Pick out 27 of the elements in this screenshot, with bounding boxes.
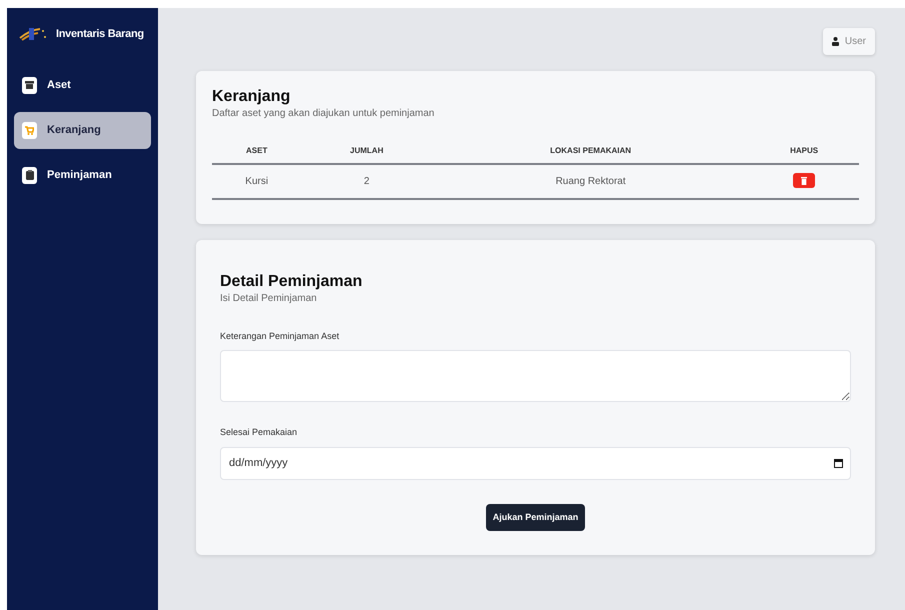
table-cell: Kursi	[212, 164, 302, 199]
table-cell: 2	[301, 164, 432, 199]
sidebar-item[interactable]: Peminjaman	[14, 156, 151, 194]
form-title: Detail Peminjaman	[220, 272, 364, 291]
card-title: Keranjang	[212, 87, 292, 106]
field-label: Selesai Pemakaian	[220, 426, 298, 440]
table-cell: Ruang Rektorat	[432, 164, 750, 199]
logo-icon	[18, 26, 48, 42]
card-subtitle: Daftar aset yang akan diajukan untuk peminjaman	[212, 107, 436, 122]
delete-button[interactable]	[793, 173, 816, 188]
clipboard-icon	[22, 166, 37, 184]
calendar-icon[interactable]	[834, 458, 843, 468]
column-header: ASET	[212, 137, 302, 164]
trash-icon	[801, 176, 808, 185]
column-header: LOKASI PEMAKAIAN	[432, 137, 750, 164]
submit-button[interactable]: Ajukan Peminjaman	[486, 504, 586, 532]
date-field[interactable]: dd/mm/yyyy	[220, 446, 851, 480]
cart-icon	[22, 122, 37, 138]
user-icon	[832, 37, 839, 46]
archive-icon	[22, 76, 37, 94]
form-subtitle: Isi Detail Peminjaman	[220, 292, 318, 306]
column-header: JUMLAH	[301, 137, 432, 164]
sidebar-item[interactable]: Aset	[14, 66, 151, 104]
field-label: Keterangan Peminjaman Aset	[220, 330, 340, 343]
brand-title: Inventaris Barang	[56, 27, 144, 42]
sidebar-item[interactable]: Keranjang	[14, 112, 151, 148]
column-header: HAPUS	[749, 137, 859, 164]
